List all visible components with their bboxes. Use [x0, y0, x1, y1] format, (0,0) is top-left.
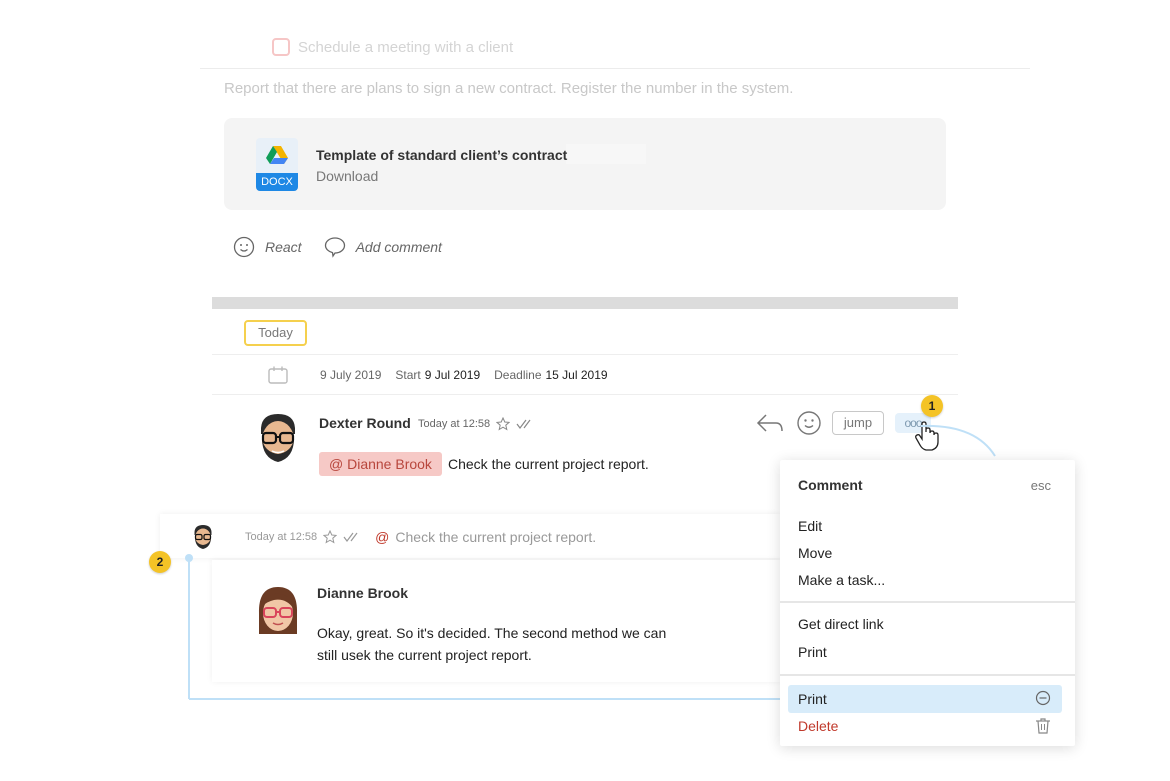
file-type-label: DOCX [256, 173, 298, 191]
minus-circle-icon[interactable] [1035, 690, 1051, 706]
menu-item-edit[interactable]: Edit [798, 518, 822, 534]
double-check-icon [516, 419, 531, 429]
menu-item-print-highlighted-label: Print [798, 691, 827, 707]
meta-date: 9 July 2019 [320, 368, 382, 382]
attachment-name: Template of standard client’s contract [316, 147, 568, 163]
avatar[interactable] [256, 412, 300, 464]
star-icon[interactable] [496, 417, 511, 431]
context-menu: Comment esc Edit Move Make a task... Get… [780, 460, 1075, 746]
download-link[interactable]: Download [316, 168, 378, 184]
message-time: Today at 12:58 [418, 418, 491, 430]
reply-icon[interactable] [756, 411, 784, 435]
reply-author[interactable]: Dianne Brook [317, 585, 408, 601]
react-button[interactable]: React [233, 236, 302, 258]
hand-cursor-icon [915, 421, 939, 451]
deadline-label: Deadline [494, 368, 542, 382]
start-value: 9 Jul 2019 [424, 368, 481, 382]
trash-icon[interactable] [1035, 717, 1051, 735]
menu-item-direct-link[interactable]: Get direct link [798, 616, 884, 632]
checklist-item[interactable]: Schedule a meeting with a client [272, 38, 513, 56]
divider [200, 68, 1030, 69]
divider [212, 394, 958, 395]
esc-hint[interactable]: esc [1031, 478, 1051, 493]
star-icon[interactable] [323, 530, 338, 544]
menu-header: Comment [798, 477, 863, 493]
menu-item-move[interactable]: Move [798, 545, 832, 561]
message-text: Check the current project report. [448, 456, 649, 472]
message-author[interactable]: Dexter Round [319, 415, 411, 431]
smiley-icon [233, 236, 255, 258]
menu-item-print-highlighted[interactable] [788, 685, 1062, 713]
step-badge-2: 2 [149, 551, 171, 573]
start-label: Start [395, 368, 421, 382]
menu-divider [780, 674, 1075, 676]
avatar [194, 525, 212, 549]
reply-preview-content: Today at 12:58 @ Check the current proje… [245, 529, 596, 545]
message-toolbar: jump ooo [756, 410, 931, 436]
jump-button[interactable]: jump [832, 411, 884, 435]
deadline-meta: 9 July 2019 Start 9 Jul 2019 Deadline 15… [268, 366, 608, 384]
menu-item-delete[interactable]: Delete [798, 718, 838, 734]
menu-item-make-task[interactable]: Make a task... [798, 572, 885, 588]
google-drive-icon [266, 146, 288, 164]
smiley-icon[interactable] [796, 410, 822, 436]
checklist-item-label: Schedule a meeting with a client [298, 38, 514, 56]
reply-text: Okay, great. So it's decided. The second… [317, 625, 667, 663]
divider [212, 354, 958, 355]
checkbox[interactable] [272, 38, 290, 56]
add-comment-button[interactable]: Add comment [324, 236, 442, 258]
step-badge-1: 1 [921, 395, 943, 417]
mention-at-icon: @ [375, 529, 390, 545]
double-check-icon [343, 532, 358, 542]
task-description: Report that there are plans to sign a ne… [224, 80, 794, 97]
placeholder-bar [566, 144, 646, 164]
message-meta: Today at 12:58 [418, 417, 534, 431]
menu-divider [780, 601, 1075, 603]
calendar-icon [268, 366, 288, 384]
docx-file-icon: DOCX [256, 138, 298, 191]
reply-preview-text: Check the current project report. [395, 529, 597, 545]
react-label: React [265, 239, 302, 255]
speech-bubble-icon [324, 237, 345, 258]
post-actions: React Add comment [233, 236, 464, 258]
today-label: Today [244, 320, 307, 346]
menu-item-print[interactable]: Print [798, 644, 827, 660]
attachment-card[interactable]: DOCX Template of standard client’s contr… [224, 118, 946, 210]
add-comment-label: Add comment [355, 239, 442, 255]
reply-preview-time: Today at 12:58 [245, 531, 318, 543]
mention-tag[interactable]: @ Dianne Brook [319, 452, 442, 476]
avatar[interactable] [256, 584, 300, 636]
reply-preview[interactable]: Today at 12:58 @ Check the current proje… [160, 514, 780, 558]
deadline-value: 15 Jul 2019 [545, 368, 608, 382]
section-divider [212, 297, 958, 309]
